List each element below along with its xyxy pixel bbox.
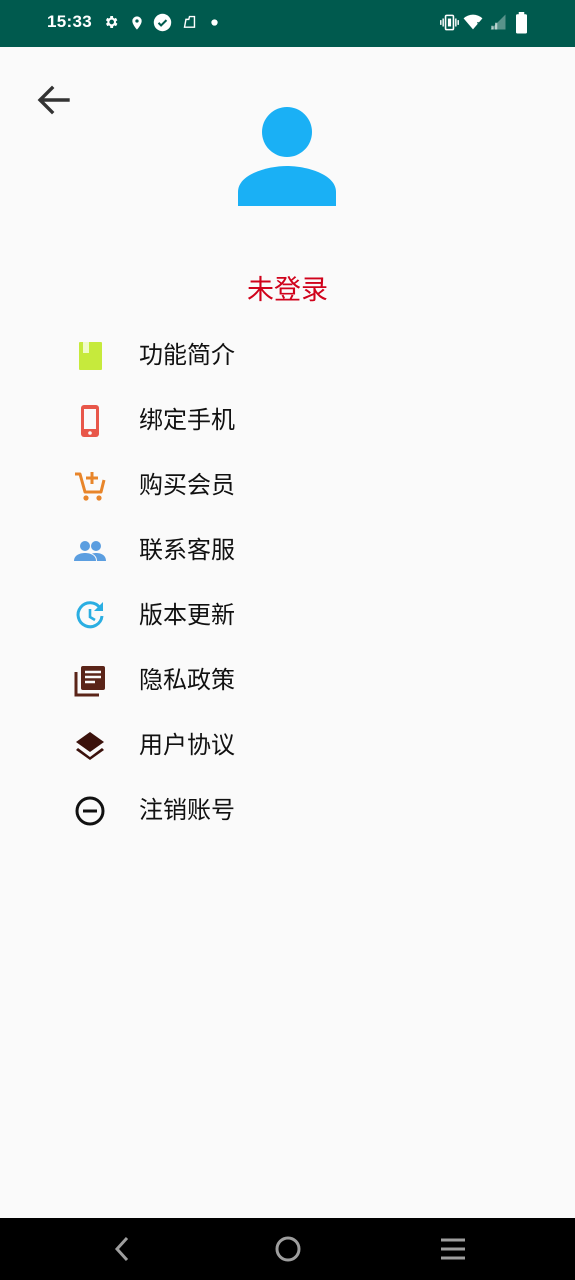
recents-menu-icon [441,1238,465,1260]
location-icon [132,16,142,30]
menu-label: 功能简介 [139,341,235,369]
nav-back-button[interactable] [102,1232,142,1266]
menu-label: 联系客服 [139,536,235,564]
update-icon [76,601,104,629]
home-icon [275,1236,301,1262]
book-icon [79,342,102,370]
back-button[interactable] [30,78,78,124]
menu-item-version-update[interactable]: 版本更新 [60,586,480,642]
vibrate-icon [440,14,459,31]
person-icon [238,107,336,206]
nav-recents-button[interactable] [433,1232,473,1266]
battery-icon [516,12,527,34]
nav-home-button[interactable] [268,1232,308,1266]
settings-icon [105,16,118,28]
menu-item-bind-phone[interactable]: 绑定手机 [60,391,480,447]
navigation-bar [0,1218,575,1280]
menu-label: 隐私政策 [139,666,235,694]
menu-item-feature-intro[interactable]: 功能简介 [60,326,480,382]
menu-label: 用户协议 [139,731,235,759]
avatar[interactable] [236,104,338,208]
add-cart-icon [75,472,106,501]
layers-icon [76,732,104,760]
menu-label: 版本更新 [139,601,235,629]
status-time: 15:33 [47,12,92,31]
menu-item-delete-account[interactable]: 注销账号 [60,781,480,837]
menu-label: 绑定手机 [139,406,235,434]
menu-item-privacy-policy[interactable]: 隐私政策 [60,651,480,707]
dot-icon [211,19,218,26]
menu-item-user-agreement[interactable]: 用户协议 [60,716,480,772]
minus-circle-icon [75,796,105,826]
menu-label: 注销账号 [139,796,235,824]
login-status-text: 未登录 [247,275,328,306]
menu-label: 购买会员 [139,471,235,499]
app-notification-icon [183,15,196,28]
status-bar: 15:33 [0,0,575,47]
back-icon [114,1236,129,1262]
menu-item-buy-membership[interactable]: 购买会员 [60,456,480,512]
signal-icon [490,14,506,30]
check-circle-icon [153,13,172,32]
login-status[interactable]: 未登录 [0,268,575,307]
phone-icon [81,405,99,437]
library-books-icon [74,666,105,697]
people-icon [74,541,106,561]
menu-item-contact-support[interactable]: 联系客服 [60,521,480,577]
wifi-icon [463,14,483,30]
arrow-left-icon [37,85,70,115]
